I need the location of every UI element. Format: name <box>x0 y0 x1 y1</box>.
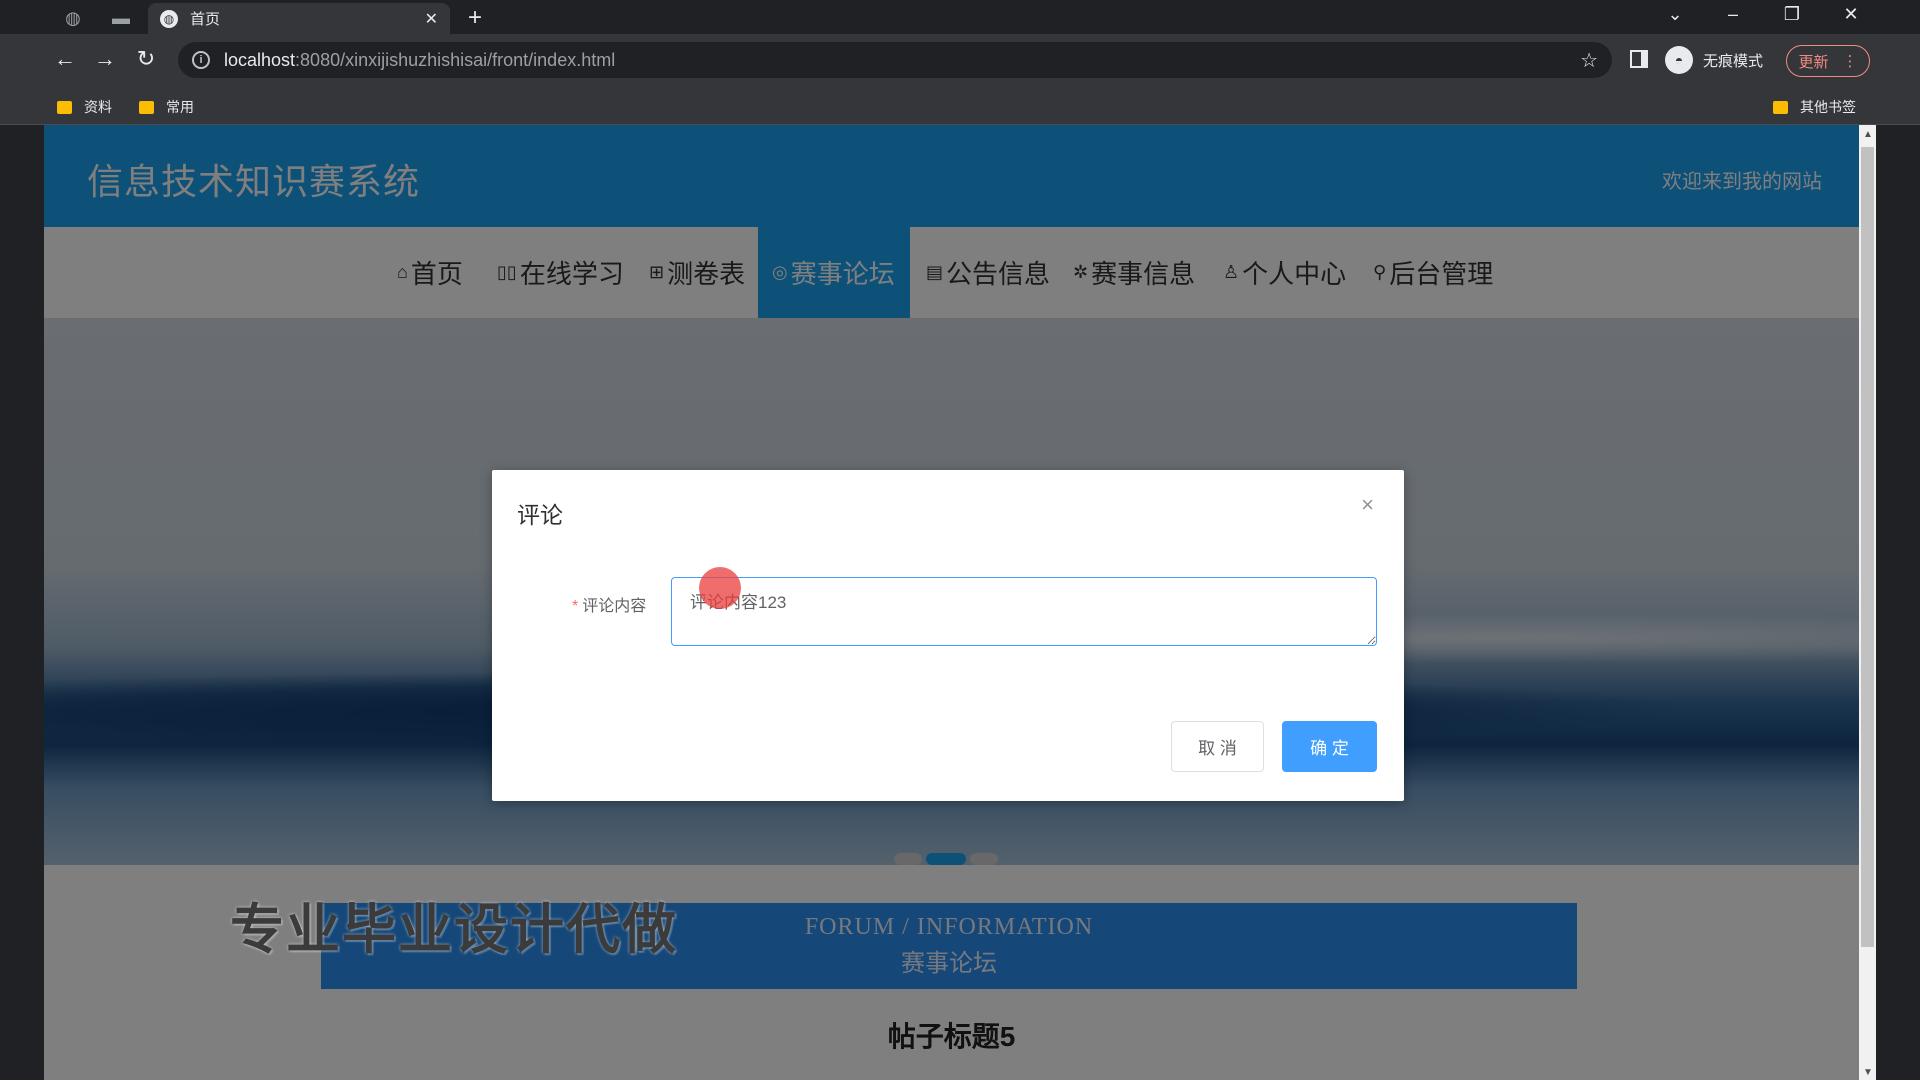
globe-icon[interactable]: ◍ <box>56 5 90 31</box>
address-bar[interactable]: i localhost:8080/xinxijishuzhishisai/fro… <box>178 42 1612 78</box>
url-host: localhost <box>224 49 296 70</box>
tab-window-icon[interactable]: ▬ <box>104 5 138 31</box>
folder-icon <box>1773 100 1788 114</box>
tab-title: 首页 <box>190 11 221 28</box>
required-mark: * <box>572 598 579 615</box>
close-icon[interactable]: × <box>1361 492 1374 518</box>
bookmark-label: 资料 <box>84 99 112 115</box>
dialog-title: 评论 <box>517 502 563 528</box>
menu-dots-icon: ⋮ <box>1842 53 1858 70</box>
scroll-down-icon[interactable]: ▼ <box>1863 1067 1873 1078</box>
bookmark-label: 常用 <box>166 99 194 115</box>
browser-toolbar: ← → ↻ i localhost:8080/xinxijishuzhishis… <box>0 34 1920 87</box>
other-bookmarks[interactable]: 其他书签 <box>1773 97 1856 117</box>
update-button[interactable]: 更新 ⋮ <box>1786 45 1870 77</box>
bookmarks-bar: 资料 常用 其他书签 <box>0 87 1920 125</box>
folder-icon <box>139 100 154 114</box>
bookmark-star-icon[interactable]: ☆ <box>1580 48 1598 73</box>
bookmark-label: 其他书签 <box>1800 99 1856 115</box>
comment-field-label: * 评论内容 <box>572 592 646 616</box>
tab-close-icon[interactable]: ✕ <box>425 9 438 29</box>
restore-icon[interactable]: ❐ <box>1772 4 1812 25</box>
bookmark-folder-changyong[interactable]: 常用 <box>139 97 194 117</box>
comment-dialog: 评论 × * 评论内容 评论内容123 取 消 确 定 <box>492 470 1404 801</box>
page-scrollbar[interactable]: ▲ ▼ <box>1859 125 1876 1080</box>
globe-icon: ◍ <box>160 9 178 28</box>
side-panel-icon[interactable] <box>1630 50 1648 68</box>
reload-icon[interactable]: ↻ <box>131 46 161 72</box>
incognito-icon: ◓ <box>1665 46 1693 74</box>
bookmark-folder-ziliao[interactable]: 资料 <box>57 97 112 117</box>
scroll-up-icon[interactable]: ▲ <box>1863 129 1873 140</box>
confirm-button[interactable]: 确 定 <box>1282 721 1377 772</box>
browser-tab-active[interactable]: ◍ 首页 ✕ <box>148 3 450 34</box>
scroll-thumb[interactable] <box>1861 147 1874 947</box>
tab-search-icon[interactable]: ⌄ <box>1655 4 1695 25</box>
browser-tab-bar: ◍ ▬ ◍ 首页 ✕ + ⌄ – ❐ ✕ <box>0 0 1920 34</box>
minimize-icon[interactable]: – <box>1713 4 1753 25</box>
comment-textarea[interactable]: 评论内容123 <box>671 577 1377 646</box>
back-icon[interactable]: ← <box>50 46 80 72</box>
field-label-text: 评论内容 <box>582 598 647 615</box>
folder-icon <box>57 100 72 114</box>
site-info-icon[interactable]: i <box>192 51 210 69</box>
window-close-icon[interactable]: ✕ <box>1831 4 1871 25</box>
forward-icon[interactable]: → <box>90 46 120 72</box>
new-tab-button[interactable]: + <box>468 4 482 32</box>
incognito-indicator[interactable]: ◓ 无痕模式 <box>1665 44 1763 76</box>
watermark-text: 专业毕业设计代做 <box>230 900 678 960</box>
incognito-label: 无痕模式 <box>1703 52 1764 70</box>
cancel-button[interactable]: 取 消 <box>1171 721 1264 772</box>
url-path: :8080/xinxijishuzhishisai/front/index.ht… <box>295 49 616 70</box>
update-label: 更新 <box>1798 53 1829 71</box>
